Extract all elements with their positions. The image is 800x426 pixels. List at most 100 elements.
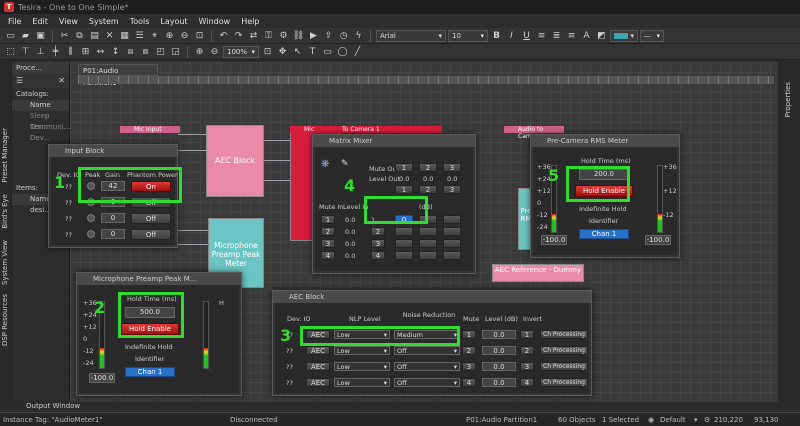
pan-icon[interactable]: ✥: [276, 46, 289, 58]
in-number-button[interactable]: 2: [371, 227, 385, 236]
redo-icon[interactable]: ↷: [232, 30, 245, 42]
fill-color-icon[interactable]: ◩: [595, 30, 608, 42]
connect-icon[interactable]: ⇄: [247, 30, 260, 42]
menu-edit[interactable]: Edit: [32, 17, 48, 26]
ch-processing-button[interactable]: Ch Processing: [540, 346, 588, 355]
aec-tag-button[interactable]: AEC: [306, 378, 330, 387]
aec-tag-button[interactable]: AEC: [306, 362, 330, 371]
invert-button[interactable]: 3: [520, 362, 534, 371]
crosspoint[interactable]: [395, 239, 413, 248]
identifier-field[interactable]: Chan 1: [579, 229, 629, 239]
in-mute-button[interactable]: 1: [321, 215, 335, 224]
same-width-icon[interactable]: ↔: [94, 46, 107, 58]
distribute-icon[interactable]: ⫼: [64, 46, 77, 58]
italic-icon[interactable]: I: [505, 30, 518, 42]
window-title[interactable]: AEC Block: [273, 291, 591, 303]
pin-icon[interactable]: ⌖: [148, 30, 161, 42]
undo-icon[interactable]: ↶: [217, 30, 230, 42]
ch-processing-button[interactable]: Ch Processing: [540, 330, 588, 339]
level-field[interactable]: 0.0: [482, 346, 516, 355]
phantom-power-button[interactable]: Off: [131, 229, 171, 240]
font-name-select[interactable]: Arial ▾: [376, 29, 446, 42]
new-icon[interactable]: ▭: [4, 30, 17, 42]
tree-item[interactable]: Dev...: [12, 133, 69, 144]
aec-block[interactable]: AEC Block: [206, 125, 264, 197]
menu-file[interactable]: File: [8, 17, 21, 26]
same-size-icon[interactable]: ⊞: [79, 46, 92, 58]
tab-birds-eye[interactable]: Bird's Eye: [1, 194, 11, 229]
tree-item[interactable]: Sleep Tes...: [12, 111, 69, 131]
tool-icon[interactable]: ⚙: [277, 30, 290, 42]
crosspoint[interactable]: [419, 239, 437, 248]
crosspoint[interactable]: [395, 227, 413, 236]
nlp-level-select[interactable]: Low ▾: [334, 378, 390, 387]
in-mute-button[interactable]: 3: [321, 239, 335, 248]
ch-processing-button[interactable]: Ch Processing: [540, 362, 588, 371]
mute-button[interactable]: 1: [462, 330, 476, 339]
chevron-down-icon[interactable]: ▾: [694, 416, 704, 424]
zoom-in-icon[interactable]: ⊕: [163, 30, 176, 42]
same-height-icon[interactable]: ↕: [109, 46, 122, 58]
invert-button[interactable]: 4: [520, 378, 534, 387]
lightning-icon[interactable]: ϟ: [352, 30, 365, 42]
invert-button[interactable]: 2: [520, 346, 534, 355]
paste-icon[interactable]: ▤: [88, 30, 101, 42]
zoom-fit-icon[interactable]: ⊡: [261, 46, 274, 58]
identifier-field[interactable]: Chan 1: [125, 367, 175, 377]
lock-icon[interactable]: ⚿: [262, 30, 275, 42]
underline-icon[interactable]: U: [520, 30, 533, 42]
out-level-button[interactable]: 3: [443, 185, 461, 194]
eye-icon[interactable]: ◉: [648, 416, 660, 424]
in-mute-button[interactable]: 4: [321, 251, 335, 260]
nlp-level-select[interactable]: Low ▾: [334, 362, 390, 371]
window-title[interactable]: Input Block: [49, 145, 177, 157]
gain-field[interactable]: 0: [101, 213, 125, 223]
line-tool-icon[interactable]: ╱: [351, 46, 364, 58]
menu-view[interactable]: View: [59, 17, 78, 26]
gear-icon[interactable]: ⚙: [704, 416, 714, 424]
tab-dsp-resources[interactable]: DSP Resources: [1, 294, 11, 346]
compile-icon[interactable]: ▶: [307, 30, 320, 42]
crosspoint[interactable]: [443, 239, 461, 248]
aec-tag-button[interactable]: AEC: [306, 346, 330, 355]
menu-layout[interactable]: Layout: [160, 17, 187, 26]
in-number-button[interactable]: 3: [371, 239, 385, 248]
window-title[interactable]: Microphone Preamp Peak M...: [77, 273, 241, 285]
align-middle-icon[interactable]: ╪: [49, 46, 62, 58]
align-left-icon[interactable]: ≡: [535, 30, 548, 42]
save-icon[interactable]: ▣: [34, 30, 47, 42]
cut-icon[interactable]: ✂: [58, 30, 71, 42]
mute-button[interactable]: 4: [462, 378, 476, 387]
delete-icon[interactable]: ✕: [103, 30, 116, 42]
invert-button[interactable]: 1: [520, 330, 534, 339]
select-icon[interactable]: ⬚: [4, 46, 17, 58]
out-mute-button[interactable]: 2: [419, 163, 437, 172]
close-icon[interactable]: ✕: [58, 76, 65, 86]
bring-front-icon[interactable]: ◰: [154, 46, 167, 58]
crosspoint[interactable]: [443, 215, 461, 224]
menu-tools[interactable]: Tools: [130, 17, 150, 26]
line-color-select[interactable]: ▾: [610, 29, 638, 42]
in-number-button[interactable]: 4: [371, 251, 385, 260]
menu-window[interactable]: Window: [199, 17, 231, 26]
ch-processing-button[interactable]: Ch Processing: [540, 378, 588, 387]
ungroup-icon[interactable]: ⧇: [139, 46, 152, 58]
status-default[interactable]: Default: [660, 416, 694, 424]
aec-reference-block[interactable]: AEC Reference - Dummy: [492, 264, 584, 282]
send-back-icon[interactable]: ◲: [169, 46, 182, 58]
zoom-in-icon[interactable]: ⊕: [193, 46, 206, 58]
upload-icon[interactable]: ⇪: [322, 30, 335, 42]
clock-icon[interactable]: ◷: [337, 30, 350, 42]
font-color-icon[interactable]: A: [580, 30, 593, 42]
zoom-select[interactable]: 100% ▾: [223, 45, 259, 58]
level-field[interactable]: 0.0: [482, 378, 516, 387]
crosspoint[interactable]: [419, 227, 437, 236]
align-right-icon[interactable]: ≡: [565, 30, 578, 42]
menu-help[interactable]: Help: [241, 17, 259, 26]
crosspoint[interactable]: [395, 251, 413, 260]
grid-icon[interactable]: ▦: [118, 30, 131, 42]
window-title[interactable]: Matrix Mixer: [313, 135, 475, 147]
tab-document[interactable]: P01:Audio Partition1*: [78, 64, 158, 87]
ellipse-tool-icon[interactable]: ◯: [336, 46, 349, 58]
text-tool-icon[interactable]: T: [306, 46, 319, 58]
